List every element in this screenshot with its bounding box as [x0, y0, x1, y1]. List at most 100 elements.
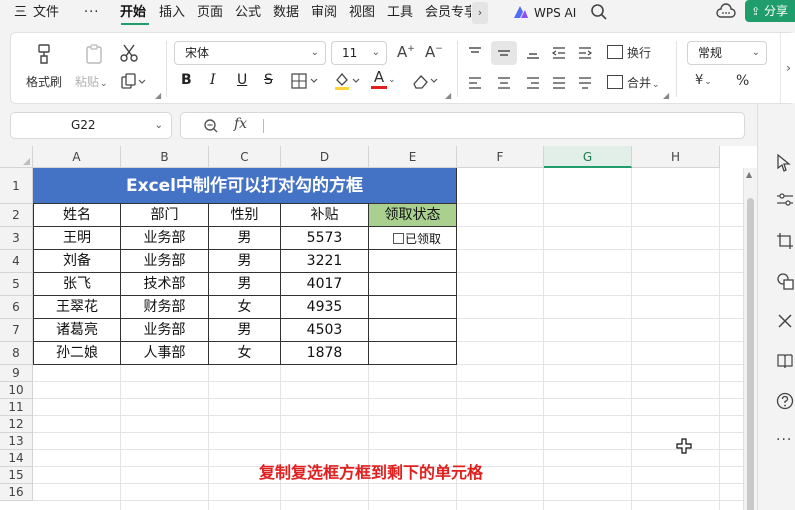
- more-icon[interactable]: ···: [776, 432, 792, 448]
- format-painter-button[interactable]: 格式刷: [26, 73, 62, 90]
- font-family-select[interactable]: 宋体 ⌄: [174, 41, 326, 65]
- book-icon[interactable]: [776, 352, 794, 374]
- alignment-dialog-launcher-icon[interactable]: ◢: [663, 91, 669, 100]
- font-dialog-launcher-icon[interactable]: ◢: [445, 91, 451, 100]
- table-cell[interactable]: 5573: [281, 227, 369, 250]
- column-header-h[interactable]: H: [632, 146, 720, 168]
- table-cell[interactable]: 王翠花: [33, 296, 121, 319]
- table-cell[interactable]: 业务部: [121, 250, 209, 273]
- percent-button[interactable]: %: [736, 73, 749, 89]
- row-header-8[interactable]: 8: [0, 342, 33, 365]
- currency-button[interactable]: ¥⌄: [695, 73, 712, 88]
- tab-member[interactable]: 会员专享: [425, 4, 471, 22]
- table-cell[interactable]: 刘备: [33, 250, 121, 273]
- wrap-text-button[interactable]: 换行: [607, 44, 651, 61]
- column-header-c[interactable]: C: [209, 146, 281, 168]
- row-header-1[interactable]: 1: [0, 168, 33, 204]
- table-header-cell[interactable]: 性别: [209, 204, 281, 227]
- row-header-2[interactable]: 2: [0, 204, 33, 227]
- status-cell[interactable]: [369, 273, 457, 296]
- table-cell[interactable]: 财务部: [121, 296, 209, 319]
- strikethrough-button[interactable]: S: [264, 72, 273, 88]
- select-pointer-icon[interactable]: [776, 153, 792, 176]
- adjust-sliders-icon[interactable]: [776, 192, 794, 212]
- tab-review[interactable]: 审阅: [311, 4, 337, 22]
- tab-insert[interactable]: 插入: [159, 4, 185, 22]
- underline-button[interactable]: U: [237, 72, 247, 88]
- tab-formula[interactable]: 公式: [235, 4, 261, 22]
- column-header-f[interactable]: F: [457, 146, 544, 168]
- table-cell[interactable]: 3221: [281, 250, 369, 273]
- status-cell[interactable]: [369, 296, 457, 319]
- table-header-cell[interactable]: 补贴: [281, 204, 369, 227]
- font-color-button[interactable]: A ⌄: [371, 69, 396, 89]
- table-title-cell[interactable]: Excel中制作可以打对勾的方框: [33, 168, 457, 204]
- shapes-icon[interactable]: [776, 272, 794, 294]
- row-header-13[interactable]: 13: [0, 433, 33, 450]
- row-header-11[interactable]: 11: [0, 399, 33, 416]
- tab-data[interactable]: 数据: [273, 4, 299, 22]
- column-header-a[interactable]: A: [33, 146, 121, 168]
- scrollbar-thumb[interactable]: [747, 198, 754, 510]
- increase-indent-icon[interactable]: [577, 45, 593, 61]
- align-middle-icon[interactable]: [491, 41, 517, 65]
- menu-scroll-right-button[interactable]: ›: [472, 2, 488, 24]
- table-cell[interactable]: 业务部: [121, 319, 209, 342]
- table-cell[interactable]: 孙二娘: [33, 342, 121, 365]
- table-cell[interactable]: 男: [209, 250, 281, 273]
- align-top-icon[interactable]: [467, 45, 483, 61]
- table-cell[interactable]: 张飞: [33, 273, 121, 296]
- zoom-search-icon[interactable]: [203, 118, 219, 138]
- row-header-6[interactable]: 6: [0, 296, 33, 319]
- share-button[interactable]: ⇪ 分享: [745, 0, 795, 22]
- row-header-10[interactable]: 10: [0, 382, 33, 399]
- decrease-font-size-icon[interactable]: A−: [425, 43, 443, 61]
- status-cell[interactable]: [369, 342, 457, 365]
- table-cell[interactable]: 1878: [281, 342, 369, 365]
- hamburger-icon[interactable]: 三: [14, 4, 27, 22]
- number-format-select[interactable]: 常规 ⌄: [687, 41, 767, 65]
- status-cell[interactable]: [369, 319, 457, 342]
- copy-button[interactable]: [121, 73, 147, 92]
- table-cell[interactable]: 4017: [281, 273, 369, 296]
- distributed-align-icon[interactable]: [577, 75, 593, 91]
- name-box[interactable]: G22 ⌄: [10, 112, 172, 139]
- clear-format-button[interactable]: [411, 72, 441, 93]
- align-center-icon[interactable]: [496, 75, 512, 91]
- bold-button[interactable]: B: [181, 72, 192, 88]
- paste-icon[interactable]: [83, 43, 105, 65]
- row-header-14[interactable]: 14: [0, 450, 33, 467]
- wps-ai-button[interactable]: WPS AI: [534, 4, 576, 22]
- tools-icon[interactable]: [776, 312, 794, 334]
- ribbon-scroll-right-button[interactable]: ›: [780, 33, 795, 103]
- table-cell[interactable]: 王明: [33, 227, 121, 250]
- row-header-7[interactable]: 7: [0, 319, 33, 342]
- formula-input[interactable]: fx: [180, 112, 745, 139]
- row-header-15[interactable]: 15: [0, 467, 33, 484]
- column-header-b[interactable]: B: [121, 146, 209, 168]
- help-icon[interactable]: [776, 392, 794, 414]
- column-header-d[interactable]: D: [281, 146, 369, 168]
- table-cell[interactable]: 4935: [281, 296, 369, 319]
- font-size-select[interactable]: 11 ⌄: [331, 41, 387, 65]
- search-icon[interactable]: [590, 3, 608, 25]
- status-cell[interactable]: [369, 250, 457, 273]
- row-header-4[interactable]: 4: [0, 250, 33, 273]
- borders-button[interactable]: [291, 73, 321, 92]
- tab-page[interactable]: 页面: [197, 4, 223, 22]
- table-header-cell[interactable]: 领取状态: [369, 204, 457, 227]
- table-cell[interactable]: 业务部: [121, 227, 209, 250]
- paste-button[interactable]: 粘贴⌄: [75, 73, 108, 90]
- row-header-16[interactable]: 16: [0, 484, 33, 501]
- table-cell[interactable]: 女: [209, 296, 281, 319]
- insert-function-icon[interactable]: fx: [234, 116, 247, 132]
- column-header-e[interactable]: E: [369, 146, 457, 168]
- merge-button[interactable]: 合并⌄: [607, 74, 660, 91]
- table-cell[interactable]: 人事部: [121, 342, 209, 365]
- wps-ai-logo-icon[interactable]: [512, 4, 530, 24]
- table-cell[interactable]: 女: [209, 342, 281, 365]
- table-header-cell[interactable]: 姓名: [33, 204, 121, 227]
- table-cell[interactable]: 技术部: [121, 273, 209, 296]
- cut-icon[interactable]: [119, 43, 139, 63]
- format-painter-icon[interactable]: [33, 43, 55, 65]
